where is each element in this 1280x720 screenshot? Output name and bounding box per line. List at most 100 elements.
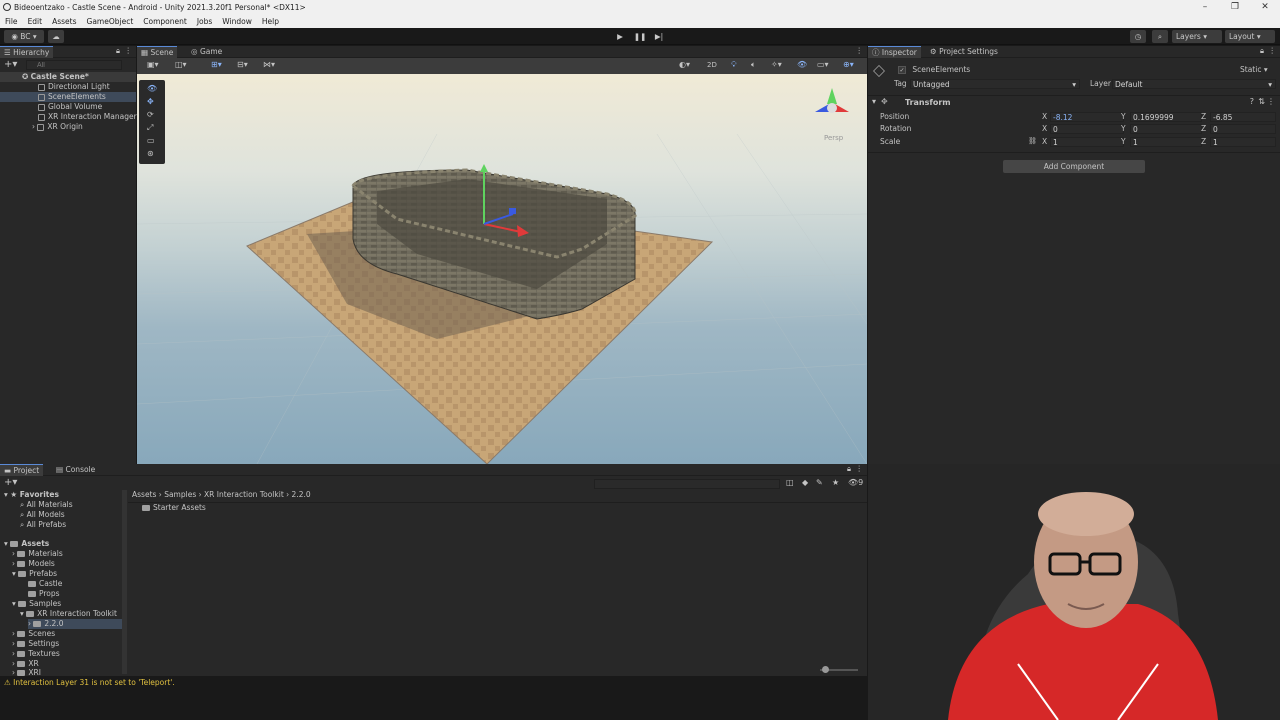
position-x-field[interactable]: -8.12 [1050, 112, 1124, 122]
tree-item[interactable]: › Settings [12, 639, 59, 649]
position-x-label[interactable]: X [1042, 111, 1047, 123]
tree-item[interactable]: ▾ XR Interaction Toolkit [20, 609, 117, 619]
rect-tool-icon[interactable]: ▭ [147, 136, 155, 145]
menu-window[interactable]: Window [217, 17, 257, 26]
move-tool-icon[interactable]: ✥ [147, 97, 154, 106]
breadcrumb-item[interactable]: 2.2.0 [292, 490, 311, 499]
effects-icon[interactable]: ✧▾ [771, 60, 782, 69]
favorite-icon[interactable]: ★ [832, 478, 839, 487]
tree-item[interactable]: Props [28, 589, 60, 599]
hierarchy-item-directional-light[interactable]: Directional Light [0, 82, 136, 92]
minimize-icon[interactable]: – [1190, 0, 1220, 14]
tree-item[interactable]: Castle [28, 579, 62, 589]
lock-icon[interactable]: 🔒︎ [847, 464, 851, 474]
tree-item[interactable]: ▾ Prefabs [12, 569, 57, 579]
tab-scene[interactable]: ▦ Scene [137, 46, 178, 58]
add-component-button[interactable]: Add Component [1003, 160, 1145, 173]
step-button[interactable]: ▶| [651, 30, 667, 43]
rotation-y-field[interactable]: 0 [1130, 124, 1202, 134]
position-y-label[interactable]: Y [1121, 111, 1126, 123]
foldout-arrow-icon[interactable]: ▾ [872, 97, 876, 106]
favorites-header[interactable]: ▾ ★ Favorites [4, 490, 59, 500]
menu-gameobject[interactable]: GameObject [82, 17, 139, 26]
tab-console[interactable]: ▤ Console [52, 464, 99, 476]
folder-item[interactable]: Starter Assets [142, 503, 206, 513]
menu-jobs[interactable]: Jobs [192, 17, 217, 26]
cloud-button[interactable]: ☁ [48, 30, 64, 43]
menu-component[interactable]: Component [138, 17, 192, 26]
hierarchy-item-xr-interaction-manager[interactable]: XR Interaction Manager [0, 112, 137, 122]
close-icon[interactable]: ✕ [1250, 0, 1280, 14]
menu-edit[interactable]: Edit [23, 17, 48, 26]
view-tool-icon[interactable]: 👁︎ [147, 84, 157, 93]
maximize-icon[interactable]: ❐ [1220, 0, 1250, 14]
add-icon[interactable]: +▾ [4, 59, 17, 70]
tree-item-selected[interactable]: › 2.2.0 [28, 619, 122, 629]
more-icon[interactable]: ⋮ [856, 46, 864, 55]
tab-project-settings[interactable]: ⚙ Project Settings [926, 46, 1002, 58]
tree-item[interactable]: › Materials [12, 549, 63, 559]
draw-mode-icon[interactable]: ▣▾ [147, 60, 159, 69]
menu-file[interactable]: File [0, 17, 23, 26]
help-icon[interactable]: ? [1250, 97, 1254, 106]
rotate-tool-icon[interactable]: ⟳ [147, 110, 154, 119]
object-name-field[interactable]: SceneElements [912, 65, 970, 74]
lock-icon[interactable]: 🔒︎ [116, 46, 120, 56]
tree-item[interactable]: › Models [12, 559, 55, 569]
breadcrumb-item[interactable]: Samples [164, 490, 196, 499]
scale-tool-icon[interactable]: ⤢ [147, 123, 153, 133]
hierarchy-item-global-volume[interactable]: Global Volume [0, 102, 136, 112]
position-y-field[interactable]: 0.1699999 [1130, 112, 1202, 122]
mode-2d-toggle[interactable]: 2D [707, 61, 717, 69]
gizmos-icon[interactable]: ⊕▾ [843, 60, 854, 69]
orientation-icon[interactable]: ◐▾ [679, 60, 690, 69]
scale-z-label[interactable]: Z [1201, 136, 1206, 148]
rotation-z-field[interactable]: 0 [1210, 124, 1276, 134]
assets-header[interactable]: ▾ Assets [4, 539, 49, 549]
more-icon[interactable]: ⋮ [1267, 97, 1275, 106]
hierarchy-item-castle-scene[interactable]: ✪ Castle Scene* [0, 72, 136, 82]
rotation-x-label[interactable]: X [1042, 123, 1047, 135]
rotation-y-label[interactable]: Y [1121, 123, 1126, 135]
favorite-item[interactable]: ⌕ All Models [20, 510, 65, 520]
tree-item[interactable]: ▾ Samples [12, 599, 61, 609]
transform-header[interactable]: ▾ ✥ Transform ? ⇅ ⋮ [868, 95, 1280, 108]
breadcrumb-item[interactable]: XR Interaction Toolkit [204, 490, 284, 499]
favorite-item[interactable]: ⌕ All Materials [20, 500, 73, 510]
account-button[interactable]: ◉ BC ▾ [4, 30, 44, 43]
constrain-proportions-icon[interactable]: ⛓︎ [1028, 137, 1037, 145]
render-mode-icon[interactable]: ◫▾ [175, 60, 187, 69]
search-button[interactable]: ⌕ [1152, 30, 1168, 43]
scale-x-field[interactable]: 1 [1050, 137, 1124, 147]
grid-snap-icon[interactable]: ⊞▾ [211, 60, 222, 69]
project-search-input[interactable] [594, 479, 780, 489]
layer-dropdown[interactable]: Default ▾ [1112, 79, 1276, 89]
pause-button[interactable]: ❚❚ [632, 30, 648, 43]
rotation-z-label[interactable]: Z [1201, 123, 1206, 135]
create-icon[interactable]: +▾ [4, 477, 17, 488]
static-toggle[interactable]: Static ▾ [1240, 64, 1268, 76]
layers-dropdown[interactable]: Layers ▾ [1172, 30, 1222, 43]
preset-icon[interactable]: ⇅ [1258, 97, 1265, 106]
scale-y-field[interactable]: 1 [1130, 137, 1202, 147]
tab-hierarchy[interactable]: ☰ Hierarchy [0, 46, 54, 58]
breadcrumb-item[interactable]: Assets [132, 490, 156, 499]
tree-scrollbar[interactable] [122, 490, 127, 674]
visibility-icon[interactable]: 👁︎ [797, 60, 807, 69]
transform-tool-icon[interactable]: ⊛ [147, 149, 154, 158]
position-z-field[interactable]: -6.85 [1210, 112, 1276, 122]
tab-inspector[interactable]: ⓘ Inspector [868, 46, 921, 58]
scale-z-field[interactable]: 1 [1210, 137, 1276, 147]
tree-item[interactable]: › Scenes [12, 629, 55, 639]
zoom-slider[interactable] [820, 666, 858, 673]
rotation-x-field[interactable]: 0 [1050, 124, 1124, 134]
position-z-label[interactable]: Z [1201, 111, 1206, 123]
increment-snap-icon[interactable]: ⊟▾ [237, 60, 248, 69]
tab-project[interactable]: ▬ Project [0, 464, 44, 476]
hierarchy-item-scene-elements[interactable]: SceneElements [0, 92, 136, 102]
tag-dropdown[interactable]: Untagged ▾ [910, 79, 1080, 89]
active-checkbox[interactable]: ✓ [898, 66, 906, 74]
menu-assets[interactable]: Assets [47, 17, 81, 26]
hidden-packages-toggle[interactable]: 👁︎9 [848, 478, 863, 487]
hierarchy-item-xr-origin[interactable]: › XR Origin [0, 122, 136, 132]
